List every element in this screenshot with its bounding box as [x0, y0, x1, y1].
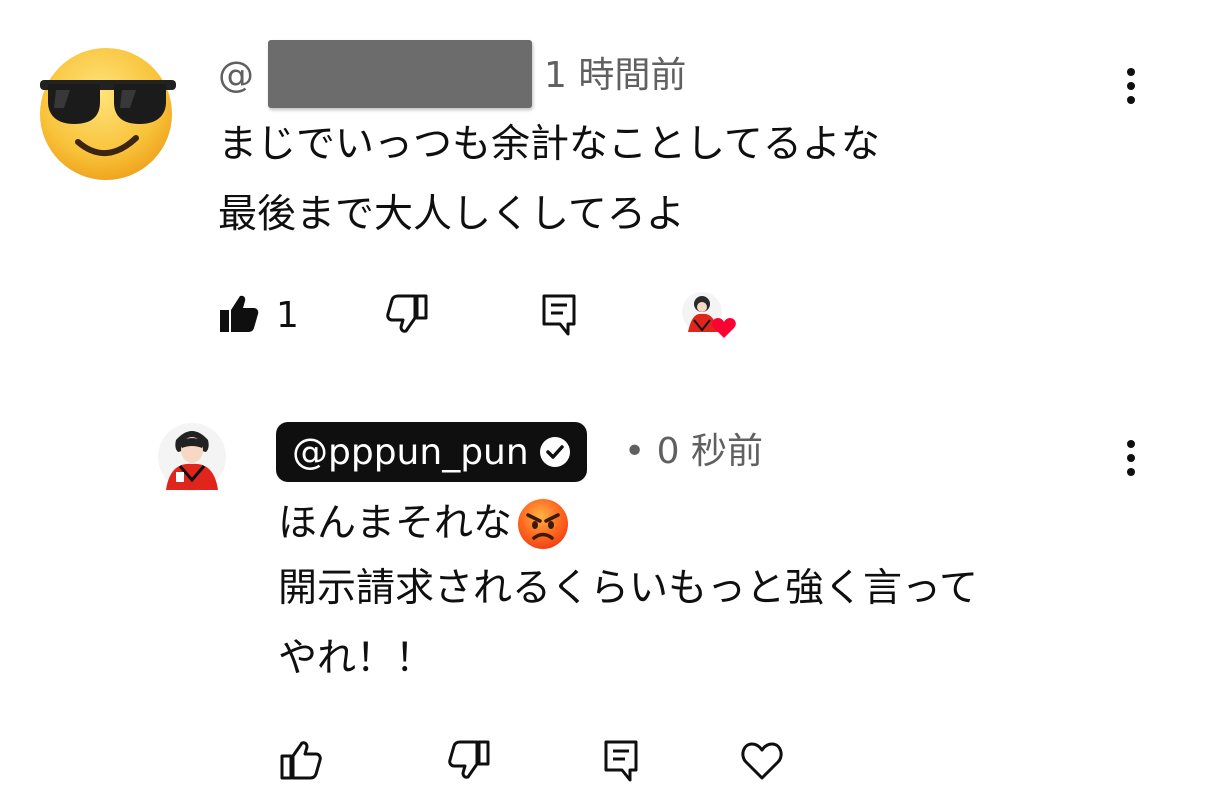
comment-handle-prefix[interactable]: @: [218, 56, 254, 96]
dislike-button[interactable]: [386, 292, 430, 336]
reply-timestamp: • 0 秒前: [624, 431, 764, 472]
creator-heart-badge: [680, 290, 742, 344]
reply-like-button[interactable]: [278, 738, 322, 782]
thumbs-up-filled-icon: [220, 295, 259, 332]
comment-text-line-1: まじでいっつも余計なことしてるよな: [218, 122, 880, 167]
reply-text-line-2: 開示請求されるくらいもっと強く言って: [278, 566, 979, 611]
reply-text-line-1-row: ほんまそれな: [278, 498, 570, 550]
reply-text-line-1: ほんまそれな: [278, 501, 513, 546]
creator-avatar-icon: [158, 423, 226, 491]
like-button[interactable]: [216, 292, 260, 336]
reply-button[interactable]: [538, 292, 582, 336]
angry-face-emoji-icon: [518, 499, 569, 549]
reply-avatar[interactable]: [156, 420, 228, 494]
like-count: 1: [276, 295, 299, 336]
comment-reply-icon: [542, 294, 576, 336]
reply-more-menu-button[interactable]: [1116, 438, 1146, 478]
sunglasses-emoji-icon: [40, 48, 176, 180]
creator-avatar-heart-icon: [682, 292, 736, 338]
reply-author-handle: @pppun_pun: [292, 431, 529, 473]
reply-reply-button[interactable]: [600, 738, 644, 782]
check-circle-icon: [539, 437, 570, 467]
heart-button[interactable]: [740, 738, 784, 782]
reply-author-badge[interactable]: @pppun_pun: [276, 422, 587, 482]
reply-dislike-button[interactable]: [448, 738, 492, 782]
heart-outline-icon: [741, 742, 783, 780]
thumbs-down-icon: [386, 294, 428, 333]
commenter-avatar[interactable]: [34, 38, 180, 184]
comment-text-line-2: 最後まで大人しくしてろよ: [218, 192, 685, 237]
comment-more-menu-button[interactable]: [1116, 66, 1146, 106]
comment-timestamp: 1 時間前: [544, 55, 687, 96]
thumbs-up-icon: [280, 741, 322, 780]
thumbs-down-icon: [448, 740, 490, 779]
comment-reply-icon: [604, 740, 638, 782]
reply-text-line-3: やれ！！: [278, 636, 435, 681]
redacted-username: [268, 40, 532, 108]
